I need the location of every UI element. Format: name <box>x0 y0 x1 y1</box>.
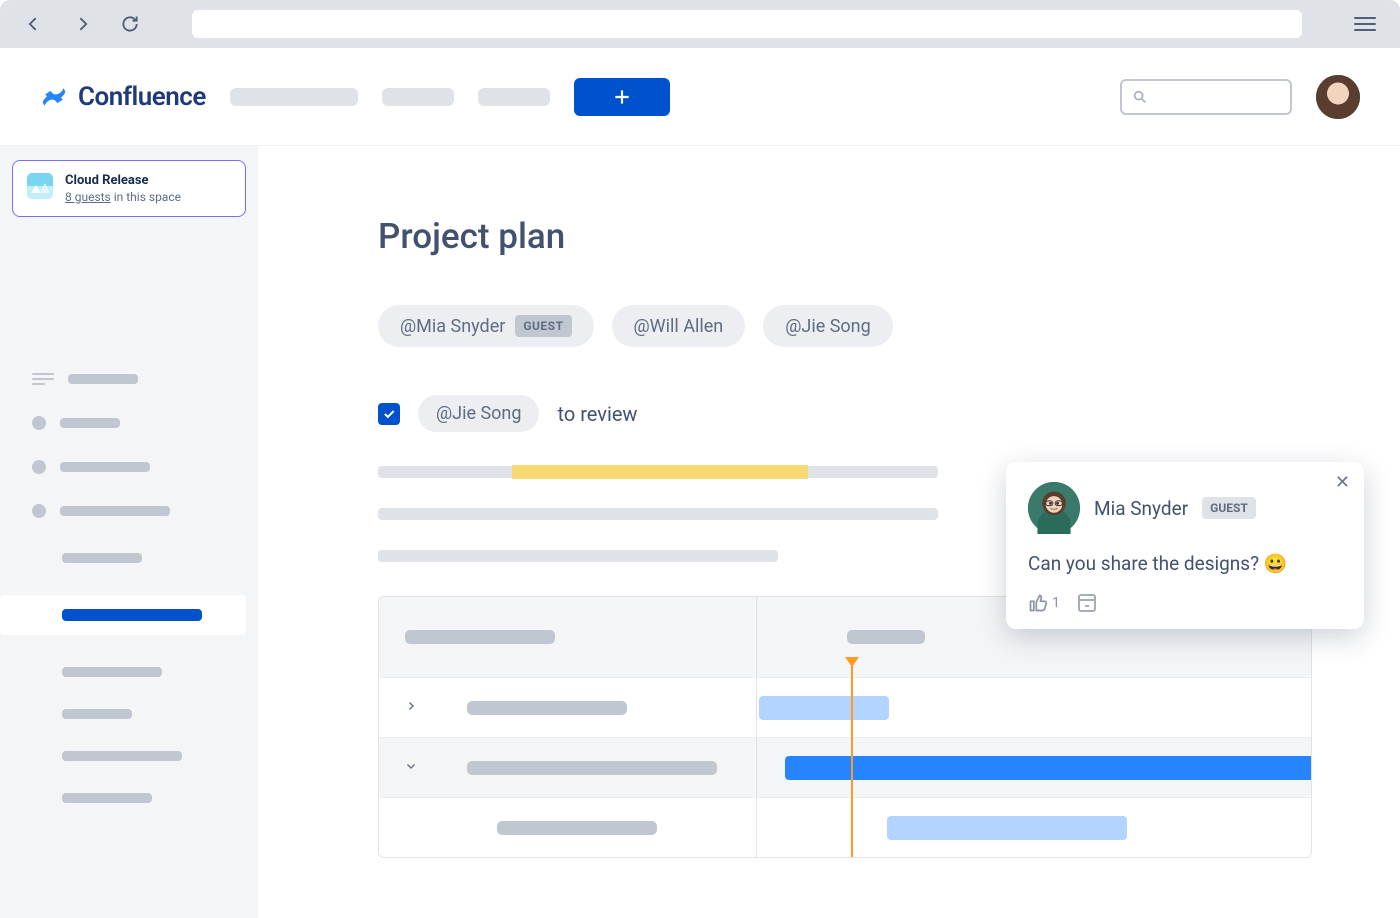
close-icon[interactable]: ✕ <box>1335 472 1350 493</box>
mention-pill[interactable]: @Mia Snyder GUEST <box>378 305 594 347</box>
roadmap-row[interactable] <box>379 737 1311 797</box>
nav-item-placeholder[interactable] <box>382 88 454 106</box>
text-placeholder <box>378 550 778 562</box>
sidebar-subitem[interactable] <box>62 793 152 803</box>
search-input[interactable] <box>1120 79 1292 115</box>
like-button[interactable]: 1 <box>1028 593 1060 613</box>
sidebar-item[interactable] <box>24 401 246 445</box>
browser-chrome <box>0 0 1400 48</box>
comment-avatar <box>1028 482 1080 534</box>
guest-badge: GUEST <box>515 315 571 337</box>
thumbs-up-icon <box>1028 593 1048 613</box>
guest-badge: GUEST <box>1202 497 1256 519</box>
nav-item-placeholder[interactable] <box>478 88 550 106</box>
main-content: Project plan @Mia Snyder GUEST @Will All… <box>258 146 1400 918</box>
profile-avatar[interactable] <box>1316 75 1360 119</box>
like-count: 1 <box>1052 595 1060 611</box>
mention-label: @Will Allen <box>634 316 724 337</box>
nav-item-placeholder[interactable] <box>230 88 358 106</box>
mention-pill[interactable]: @Jie Song <box>418 395 539 432</box>
overview-icon <box>32 373 54 385</box>
mention-label: @Mia Snyder <box>400 316 505 337</box>
page-title: Project plan <box>378 216 1312 257</box>
mention-row: @Mia Snyder GUEST @Will Allen @Jie Song <box>378 305 1312 347</box>
checkbox-checked[interactable] <box>378 403 400 425</box>
sidebar-subitem-active[interactable] <box>0 595 246 635</box>
space-icon <box>27 173 53 199</box>
back-icon[interactable] <box>24 14 44 34</box>
mention-pill[interactable]: @Jie Song <box>763 305 892 347</box>
comment-author: Mia Snyder <box>1094 497 1188 520</box>
comment-body: Can you share the designs? 😀 <box>1028 552 1342 575</box>
chevron-down-icon[interactable] <box>405 760 417 775</box>
mention-pill[interactable]: @Will Allen <box>612 305 746 347</box>
sidebar-subitem[interactable] <box>62 667 162 677</box>
sidebar-subitem[interactable] <box>62 751 182 761</box>
app-topbar: Confluence <box>0 48 1400 146</box>
mention-label: @Jie Song <box>436 403 521 424</box>
sidebar-item[interactable] <box>24 445 246 489</box>
sidebar-item[interactable] <box>24 357 246 401</box>
timeline-marker <box>851 665 853 857</box>
sidebar-item[interactable] <box>24 489 246 533</box>
sidebar-subitem[interactable] <box>62 709 132 719</box>
text-placeholder <box>378 508 938 520</box>
mention-label: @Jie Song <box>785 316 870 337</box>
roadmap-table <box>378 596 1312 858</box>
comment-popover: ✕ Mia Snyder GUEST Can you share the des… <box>1006 462 1364 629</box>
search-icon <box>1132 89 1148 105</box>
sidebar: Cloud Release 8 guests in this space <box>0 146 258 918</box>
app-logo[interactable]: Confluence <box>40 82 206 112</box>
roadmap-row[interactable] <box>379 677 1311 737</box>
space-card[interactable]: Cloud Release 8 guests in this space <box>12 160 246 217</box>
forward-icon[interactable] <box>72 14 92 34</box>
create-button[interactable] <box>574 78 670 116</box>
roadmap-row[interactable] <box>379 797 1311 857</box>
task-text: to review <box>557 402 637 426</box>
sidebar-subitem[interactable] <box>62 553 142 563</box>
url-bar[interactable] <box>192 10 1302 38</box>
archive-icon[interactable] <box>1078 594 1096 612</box>
browser-menu-icon[interactable] <box>1354 17 1376 31</box>
text-placeholder <box>378 466 938 478</box>
space-title: Cloud Release <box>65 173 181 188</box>
app-name: Confluence <box>78 82 206 112</box>
space-subtitle: 8 guests in this space <box>65 190 181 204</box>
task-row: @Jie Song to review <box>378 395 1312 432</box>
chevron-right-icon[interactable] <box>405 700 417 715</box>
reload-icon[interactable] <box>120 14 140 34</box>
